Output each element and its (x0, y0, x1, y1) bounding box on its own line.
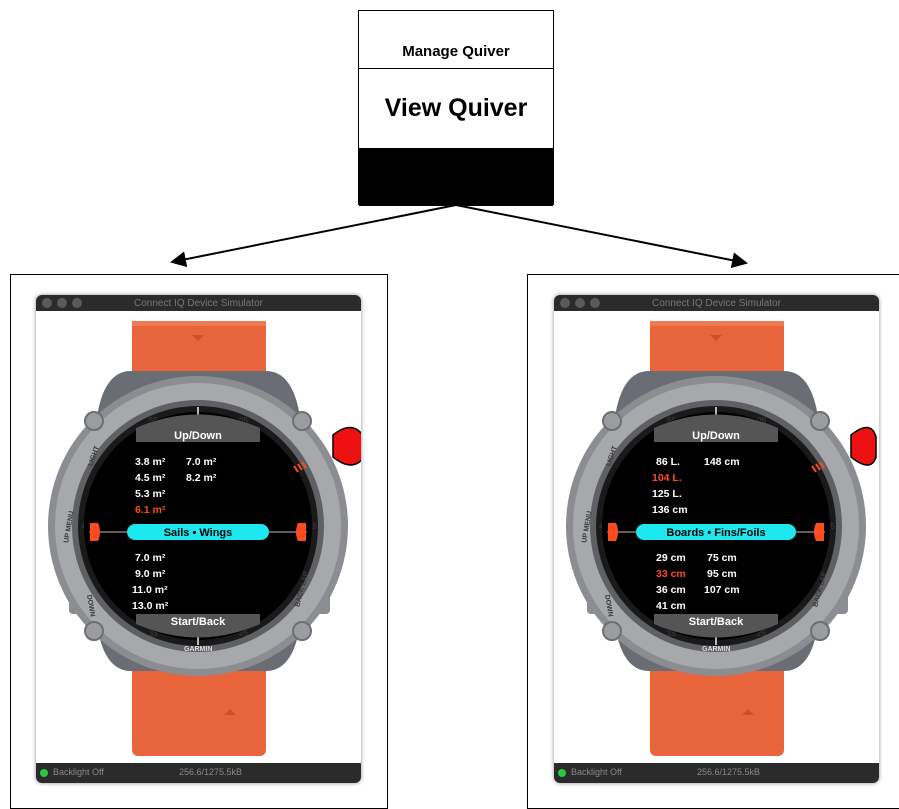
window-title: Connect IQ Device Simulator (652, 297, 781, 309)
start-button-indicator-icon (850, 426, 877, 466)
right-panel: Connect IQ Device Simulator 55 05 15 35 … (527, 274, 899, 809)
arrow-to-left (170, 204, 457, 268)
list-item[interactable]: 29 cm (656, 552, 686, 564)
watch-left: 55 05 45 15 35 25 GARMIN LIGHT UP MENU D… (48, 321, 361, 756)
memory-usage: 256.6/1275.5kB (697, 767, 761, 777)
close-dot-icon[interactable] (42, 298, 52, 308)
right-arrow-indicator-icon (296, 523, 306, 541)
list-item[interactable]: 5.3 m² (135, 488, 166, 500)
window-title: Connect IQ Device Simulator (134, 297, 263, 309)
category-label: Sails • Wings (164, 527, 233, 539)
window-titlebar: Connect IQ Device Simulator (36, 295, 361, 311)
list-item[interactable]: 125 L. (652, 488, 682, 500)
left-arrow-indicator-icon (608, 523, 618, 541)
backlight-status: Backlight Off (53, 767, 104, 777)
category-label: Boards • Fins/Foils (666, 527, 765, 539)
list-item[interactable]: 4.5 m² (135, 472, 166, 484)
list-item[interactable]: 7.0 m² (186, 456, 217, 468)
watch-right: 55 05 45 15 35 25 GARMIN LIGHT UP MENU D… (566, 321, 877, 756)
list-item[interactable]: 36 cm (656, 584, 686, 596)
close-dot-icon[interactable] (560, 298, 570, 308)
left-panel: Connect IQ Device Simulator 55 05 15 35 … (10, 274, 388, 809)
screw-icon (602, 411, 622, 431)
list-item-selected[interactable]: 104 L. (652, 472, 682, 484)
list-item-selected[interactable]: 33 cm (656, 568, 686, 580)
backlight-status: Backlight Off (571, 767, 622, 777)
memory-usage: 256.6/1275.5kB (179, 767, 243, 777)
simulator-window: Connect IQ Device Simulator 55 05 15 35 … (554, 295, 879, 783)
up-down-hint: Up/Down (174, 430, 222, 442)
list-item-selected[interactable]: 6.1 m² (135, 504, 166, 516)
arrow-to-right (455, 204, 748, 269)
simulator-window: Connect IQ Device Simulator 55 05 15 35 … (36, 295, 361, 783)
status-bar: Backlight Off 256.6/1275.5kB (36, 763, 361, 783)
screw-icon (84, 411, 104, 431)
list-item[interactable]: 136 cm (652, 504, 688, 516)
window-titlebar: Connect IQ Device Simulator (554, 295, 879, 311)
status-bar: Backlight Off 256.6/1275.5kB (554, 763, 879, 783)
list-item[interactable]: 75 cm (707, 552, 737, 564)
brand-logo: GARMIN (184, 646, 212, 653)
left-arrow-indicator-icon (90, 523, 100, 541)
screw-icon (84, 621, 104, 641)
minimize-dot-icon[interactable] (575, 298, 585, 308)
list-item[interactable]: 3.8 m² (135, 456, 166, 468)
up-down-hint: Up/Down (692, 430, 740, 442)
start-back-hint: Start/Back (171, 616, 226, 628)
start-button-indicator-icon (332, 426, 361, 466)
flow-arrows (170, 204, 748, 269)
list-item[interactable]: 148 cm (704, 456, 740, 468)
backlight-status-icon (558, 769, 566, 777)
zoom-dot-icon[interactable] (590, 298, 600, 308)
list-item[interactable]: 11.0 m² (132, 584, 168, 596)
screw-icon (292, 621, 312, 641)
list-item[interactable]: 107 cm (704, 584, 740, 596)
screw-icon (602, 621, 622, 641)
zoom-dot-icon[interactable] (72, 298, 82, 308)
list-item[interactable]: 9.0 m² (135, 568, 166, 580)
right-arrow-indicator-icon (814, 523, 824, 541)
start-back-hint: Start/Back (689, 616, 744, 628)
list-item[interactable]: 7.0 m² (135, 552, 166, 564)
list-item[interactable]: 8.2 m² (186, 472, 217, 484)
screw-icon (292, 411, 312, 431)
list-item[interactable]: 13.0 m² (132, 600, 169, 612)
list-item[interactable]: 41 cm (656, 600, 686, 612)
list-item[interactable]: 86 L. (656, 456, 680, 468)
minimize-dot-icon[interactable] (57, 298, 67, 308)
screw-icon (810, 411, 830, 431)
backlight-status-icon (40, 769, 48, 777)
list-item[interactable]: 95 cm (707, 568, 737, 580)
brand-logo: GARMIN (702, 646, 730, 653)
screw-icon (810, 621, 830, 641)
